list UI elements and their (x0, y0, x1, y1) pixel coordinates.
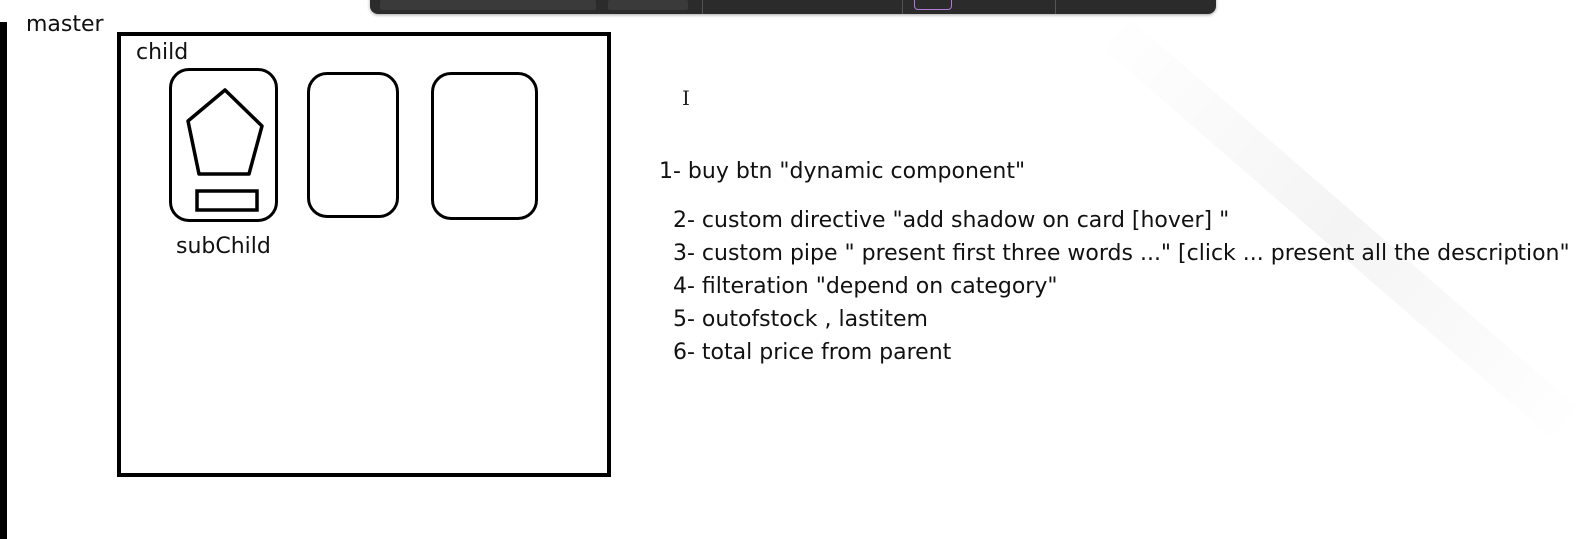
subchild-card-drawing (186, 88, 264, 212)
rectangle-button-icon (195, 189, 259, 212)
toolbar-separator (902, 0, 903, 14)
i-beam-cursor-icon: I (682, 86, 690, 110)
note-line-1: 1- buy btn "dynamic component" (659, 159, 1026, 184)
subchild-card (169, 68, 278, 222)
subchild-label: subChild (176, 234, 271, 259)
note-line-2: 2- custom directive "add shadow on card … (673, 208, 1230, 233)
note-line-4: 4- filteration "depend on category" (673, 274, 1058, 299)
note-line-5: 5- outofstock , lastitem (673, 307, 928, 332)
pentagon-icon (186, 88, 264, 176)
pen-tool-icon[interactable] (914, 0, 952, 10)
product-card-3 (431, 72, 538, 220)
child-label: child (136, 40, 189, 65)
toolbar-separator (702, 0, 703, 14)
toolbar-separator (1055, 0, 1056, 14)
ink-toolbar[interactable] (370, 0, 1216, 14)
master-label: master (26, 12, 104, 37)
note-line-3: 3- custom pipe " present first three wor… (673, 241, 1570, 266)
window-left-edge (0, 22, 7, 539)
note-line-6: 6- total price from parent (673, 340, 952, 365)
product-card-2 (307, 72, 399, 218)
toolbar-segment-2[interactable] (608, 0, 688, 10)
toolbar-segment-1[interactable] (380, 0, 596, 10)
